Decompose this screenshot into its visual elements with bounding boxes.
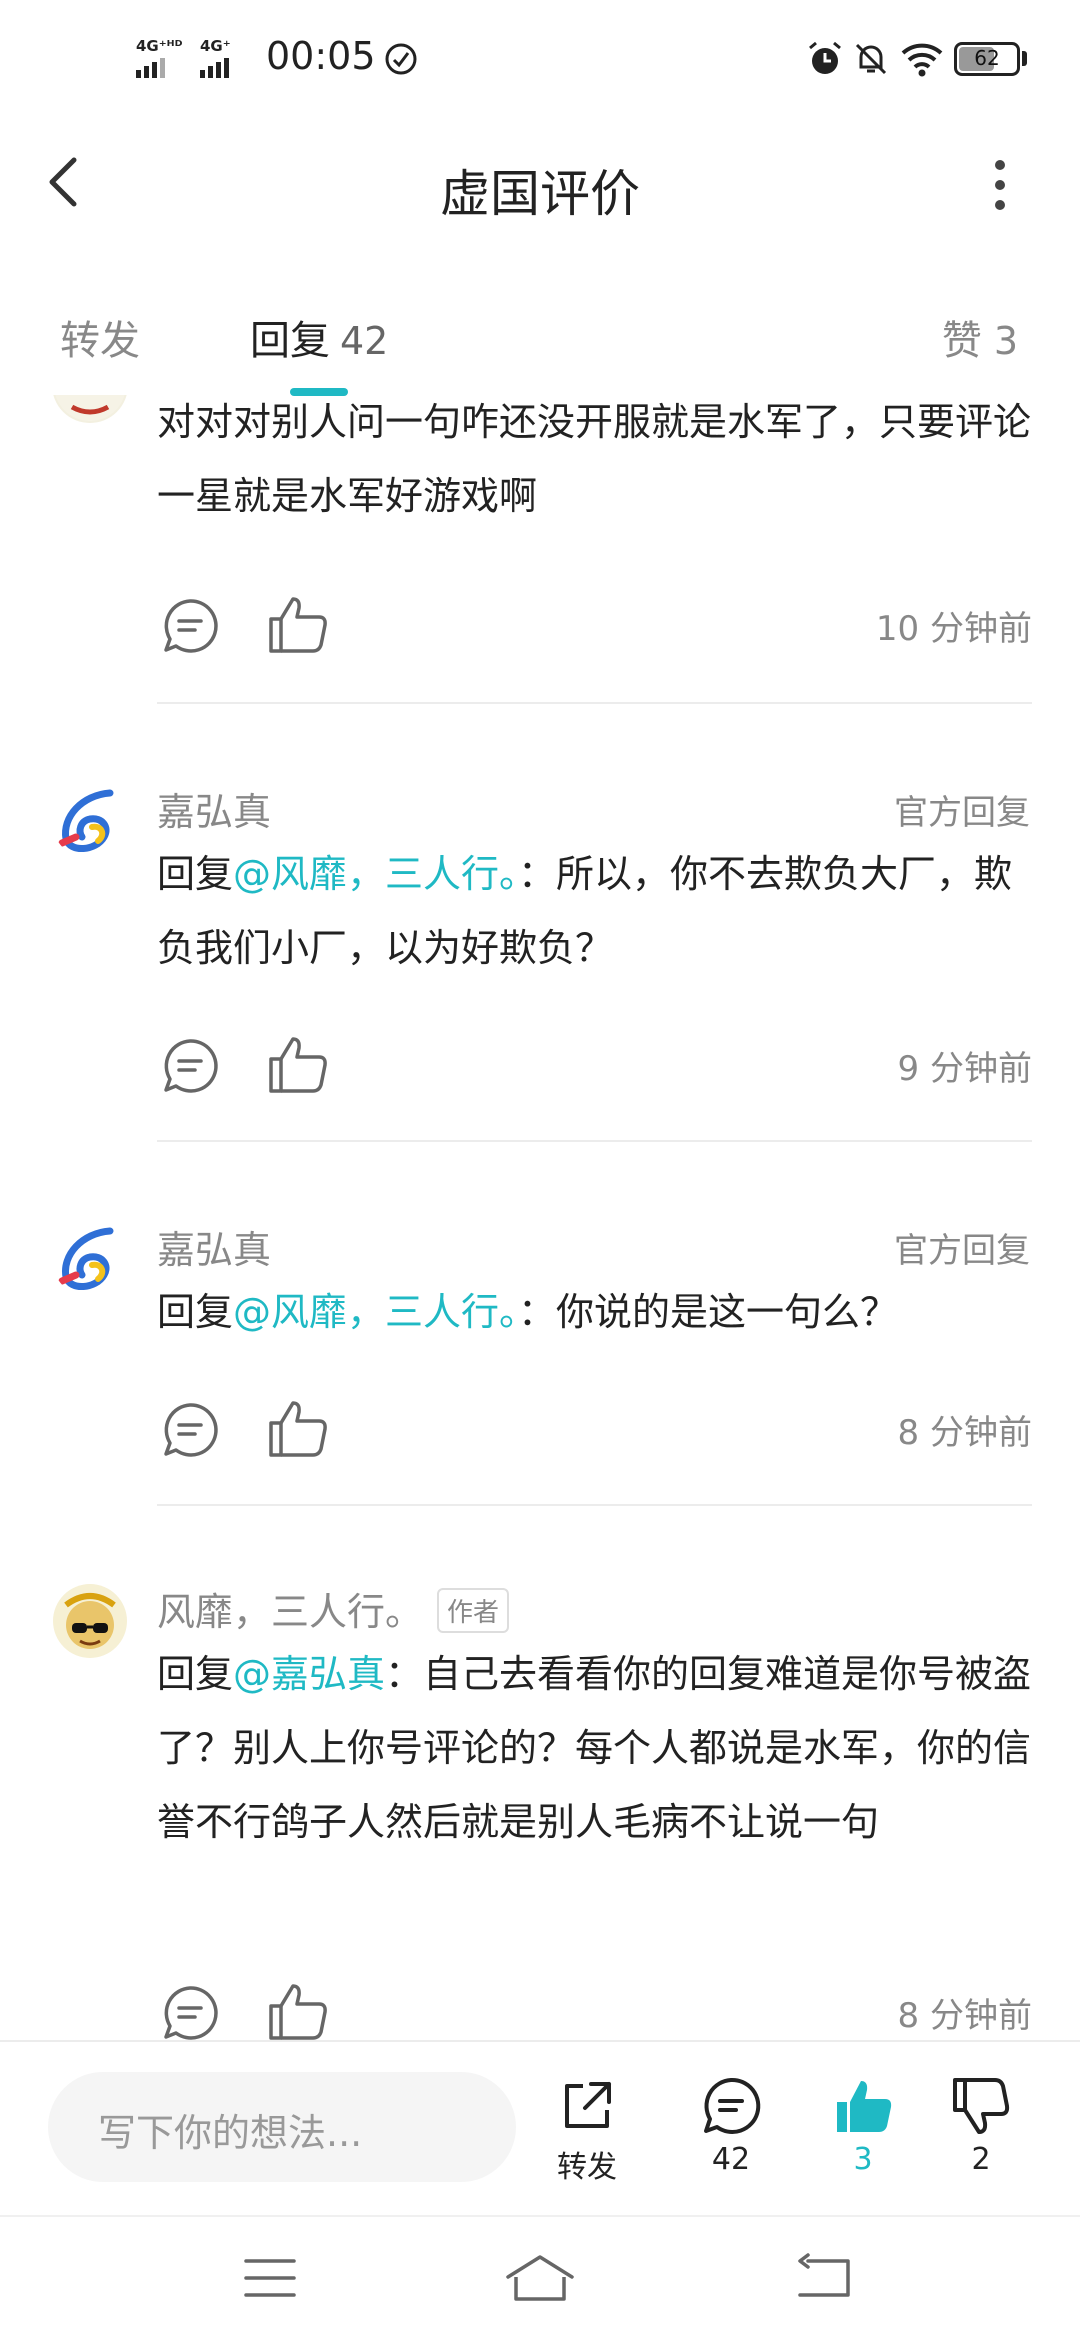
tab-reply[interactable]: 回复 42 (250, 308, 388, 366)
mute-bell-icon (855, 43, 887, 75)
back-icon[interactable] (794, 2253, 854, 2303)
tab-reply-label: 回复 (250, 318, 330, 364)
user-name-text: 风靡，三人行。 (157, 1590, 424, 1634)
like-button[interactable]: 3 (808, 2076, 918, 2177)
comment-list[interactable]: 对对对别人问一句咋还没开服就是水军了，只要评论一星就是水军好游戏啊 10 分钟前 (0, 395, 1080, 2040)
reply-prefix: 回复 (157, 1290, 234, 1334)
battery-icon: 62 (954, 42, 1020, 76)
tab-reply-count: 42 (340, 319, 389, 363)
mention-link[interactable]: @嘉弘真 (233, 1652, 385, 1696)
home-icon[interactable] (504, 2253, 576, 2303)
author-badge: 作者 (437, 1588, 510, 1633)
dislike-button[interactable]: 2 (926, 2076, 1036, 2177)
avatar[interactable] (52, 1583, 128, 1659)
comment-input[interactable]: 写下你的想法... (48, 2072, 516, 2182)
system-navigation-bar (0, 2215, 1080, 2340)
comment-text: 回复@嘉弘真：自己去看看你的回复难道是你号被盗了？别人上你号评论的？每个人都说是… (157, 1637, 1037, 1859)
tab-like[interactable]: 赞3 (942, 308, 1018, 366)
clock: 00:05 (266, 34, 376, 78)
reply-prefix: 回复 (157, 1652, 234, 1696)
comment-text: 对对对别人问一句咋还没开服就是水军了，只要评论一星就是水军好游戏啊 (157, 400, 1032, 518)
share-button[interactable]: 转发 (532, 2076, 642, 2186)
sim2-signal-icon: 4G⁺ (200, 38, 231, 78)
header: 虚国评价 (0, 120, 1080, 250)
thumbs-up-filled-icon (837, 2081, 892, 2132)
comment-count: 42 (711, 2142, 751, 2177)
reply-icon[interactable] (161, 597, 219, 655)
mention-link[interactable]: @风靡，三人行。 (233, 1290, 518, 1334)
comment-actions: 10 分钟前 (157, 593, 1032, 663)
avatar[interactable] (52, 395, 128, 423)
comment-text: 回复@风靡，三人行。：你说的是这一句么？ (157, 1275, 1037, 1349)
comment-time: 9 分钟前 (897, 1049, 1032, 1089)
comment-input-placeholder: 写下你的想法... (98, 2111, 363, 2155)
sim2-label: 4G⁺ (200, 37, 231, 55)
comment-count-button[interactable]: 42 (676, 2076, 786, 2177)
reply-prefix: 回复 (157, 852, 234, 896)
share-icon (565, 2082, 611, 2128)
status-bar: 4G⁺ᴴᴰ 4G⁺ 00:05 62 (0, 0, 1080, 120)
comment-time: 10 分钟前 (875, 609, 1032, 649)
mention-link[interactable]: @风靡，三人行。 (233, 852, 518, 896)
reply-icon[interactable] (161, 1401, 219, 1459)
user-name[interactable]: 嘉弘真 (157, 1219, 271, 1274)
tab-repost-label: 转发 (60, 318, 140, 364)
thumbs-up-icon[interactable] (267, 1033, 329, 1095)
divider (157, 702, 1032, 704)
sim1-signal-icon: 4G⁺ᴴᴰ (136, 38, 182, 78)
like-count: 3 (853, 2142, 873, 2177)
alarm-icon (809, 41, 841, 74)
thumbs-up-icon[interactable] (267, 1397, 329, 1459)
divider (157, 1140, 1032, 1142)
official-reply-tag: 官方回复 (894, 1231, 1030, 1271)
battery-level: 62 (974, 46, 1000, 70)
comment-body: ：你说的是这一句么？ (518, 1290, 899, 1334)
sim1-label: 4G⁺ᴴᴰ (136, 37, 183, 55)
tab-bar: 转发 回复 42 赞3 (0, 290, 1080, 400)
reply-icon[interactable] (161, 1984, 219, 2040)
dislike-count: 2 (971, 2142, 991, 2177)
tab-repost[interactable]: 转发 (60, 308, 140, 366)
thumbs-up-icon[interactable] (267, 593, 329, 655)
tab-like-label: 赞 (941, 318, 982, 364)
tab-like-count: 3 (993, 319, 1018, 363)
share-label: 转发 (557, 2150, 617, 2185)
more-options-icon[interactable] (980, 150, 1020, 220)
comment-icon (704, 2077, 761, 2134)
menu-icon[interactable] (242, 2253, 298, 2303)
data-saver-icon (385, 43, 417, 75)
comment-text: 回复@风靡，三人行。：所以，你不去欺负大厂，欺负我们小厂，以为好欺负？ (157, 837, 1037, 985)
comment-actions: 8 分钟前 (157, 1397, 1032, 1467)
user-name[interactable]: 嘉弘真 (157, 781, 271, 836)
divider (157, 1504, 1032, 1506)
thumbs-down-icon (953, 2078, 1010, 2134)
comment-actions: 9 分钟前 (157, 1033, 1032, 1103)
bottom-action-bar: 写下你的想法... 转发 42 3 2 (0, 2040, 1080, 2215)
avatar[interactable] (52, 1221, 128, 1297)
user-name[interactable]: 风靡，三人行。 作者 (157, 1581, 510, 1637)
official-reply-tag: 官方回复 (894, 793, 1030, 833)
wifi-icon (901, 43, 943, 77)
thumbs-up-icon[interactable] (267, 1980, 329, 2040)
page-title: 虚国评价 (440, 165, 640, 223)
avatar[interactable] (52, 783, 128, 859)
comment-time: 8 分钟前 (897, 1996, 1032, 2036)
comment-actions: 8 分钟前 (157, 1980, 1032, 2040)
comment-time: 8 分钟前 (897, 1413, 1032, 1453)
reply-icon[interactable] (161, 1037, 219, 1095)
